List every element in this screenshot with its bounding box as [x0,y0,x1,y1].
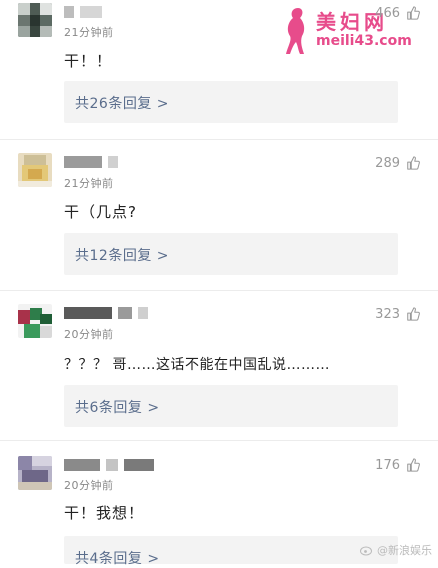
weibo-handle: @新浪娱乐 [377,544,432,557]
avatar[interactable] [18,456,52,490]
replies-link-box[interactable]: 共4条回复 > [64,536,398,567]
replies-link-box[interactable]: 共12条回复 > [64,233,398,275]
comment-list: 美妇网 meili43.com 21分钟前 466 干！！ 共26条回复 > 2… [0,0,438,567]
comment-text: 干！！ [64,52,113,70]
like-button[interactable]: 323 [375,305,420,323]
divider [0,290,438,291]
view-replies-link[interactable]: 共6条回复 > [75,397,160,417]
weibo-logo-icon [360,546,372,556]
thumbs-up-icon [407,307,420,321]
thumbs-up-icon [407,458,420,472]
replies-link-box[interactable]: 共26条回复 > [64,81,398,123]
watermark-site-url: meili43.com [316,33,412,49]
like-count: 289 [375,155,400,171]
like-count: 176 [375,457,400,473]
comment-text: ？？？ 哥……这话不能在中国乱说……… [64,357,330,373]
divider [0,139,438,140]
comment-time: 21分钟前 [64,177,114,190]
view-replies-link[interactable]: 共12条回复 > [75,245,169,265]
avatar[interactable] [18,304,52,338]
view-replies-link[interactable]: 共4条回复 > [75,548,160,568]
comment-time: 21分钟前 [64,26,114,39]
avatar[interactable] [18,3,52,37]
comment-text: 干！我想！ [64,504,145,522]
like-button[interactable]: 289 [375,154,420,172]
woman-silhouette-icon [286,8,305,54]
comment-text: 干（几点? [64,203,137,221]
avatar[interactable] [18,153,52,187]
comment-time: 20分钟前 [64,328,114,341]
username-blurred[interactable] [64,306,148,320]
weibo-watermark: @新浪娱乐 [360,542,432,558]
username-blurred[interactable] [64,5,102,19]
comment-time: 20分钟前 [64,479,114,492]
like-button[interactable]: 466 [375,4,420,22]
thumbs-up-icon [407,6,420,20]
view-replies-link[interactable]: 共26条回复 > [75,93,169,113]
username-blurred[interactable] [64,458,154,472]
like-count: 323 [375,306,400,322]
replies-link-box[interactable]: 共6条回复 > [64,385,398,427]
like-count: 466 [375,5,400,21]
username-blurred[interactable] [64,155,118,169]
divider [0,440,438,441]
like-button[interactable]: 176 [375,456,420,474]
thumbs-up-icon [407,156,420,170]
